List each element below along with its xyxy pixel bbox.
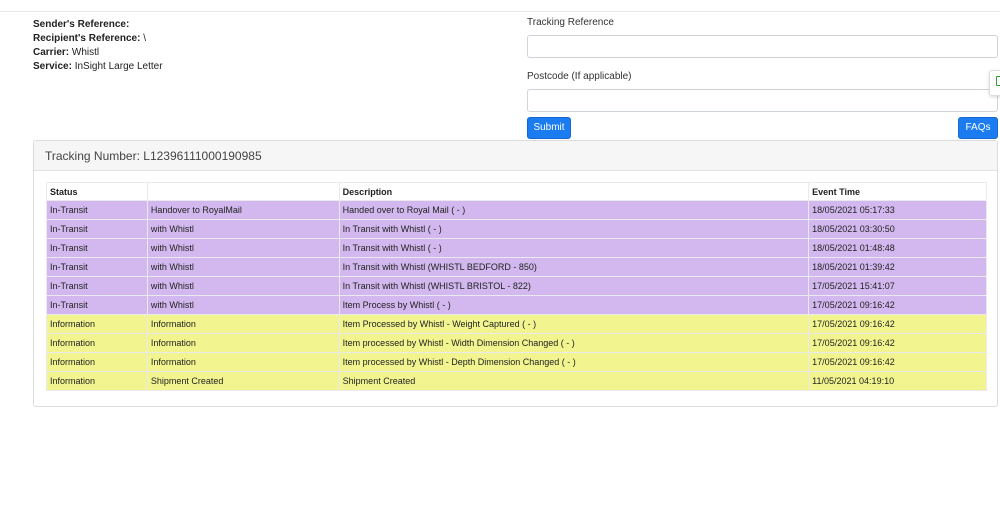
postcode-group: Postcode (If applicable)	[527, 71, 998, 112]
cell-description: In Transit with Whistl ( - )	[338, 238, 810, 258]
cell-detail: Information	[146, 352, 340, 372]
shipment-meta: Sender's Reference: Recipient's Referenc…	[33, 18, 163, 74]
cell-detail: with Whistl	[146, 238, 340, 258]
cell-description: Item Process by Whistl ( - )	[338, 295, 810, 315]
service-value: InSight Large Letter	[74, 61, 163, 72]
carrier-value: Whistl	[71, 47, 100, 58]
table-row: Information Information Item processed by …	[46, 352, 987, 372]
table-header-row: Status Description Event Time	[46, 182, 987, 201]
cell-event-time: 17/05/2021 09:16:42	[808, 295, 987, 315]
cell-detail: with Whistl	[146, 295, 340, 315]
cell-status: In-Transit	[46, 276, 148, 296]
cell-description: In Transit with Whistl (WHISTL BEDFORD -…	[338, 257, 810, 277]
cell-status: Information	[46, 333, 148, 353]
tracking-reference-input[interactable]	[527, 35, 998, 58]
feedback-widget[interactable]	[989, 70, 1000, 96]
service-label: Service:	[33, 61, 72, 72]
table-row: Information Information Item Processed by …	[46, 314, 987, 334]
recipients-reference-value: \	[143, 33, 146, 44]
cell-description: Shipment Created	[338, 371, 810, 391]
table-row: Information Shipment Created Shipment Crea…	[46, 371, 987, 391]
table-row: Information Information Item processed by …	[46, 333, 987, 353]
tracking-events-table: Status Description Event Time In-Transit…	[46, 182, 987, 391]
cell-description: In Transit with Whistl ( - )	[338, 219, 810, 239]
top-divider	[0, 11, 1000, 12]
tracking-form: Tracking Reference Postcode (If applicab…	[527, 17, 998, 112]
cell-event-time: 11/05/2021 04:19:10	[808, 371, 987, 391]
table-row: In-Transit with Whistl In Transit with Whi…	[46, 276, 987, 296]
recipients-reference-label: Recipient's Reference:	[33, 33, 141, 44]
cell-description: In Transit with Whistl (WHISTL BRISTOL -…	[338, 276, 810, 296]
table-row: In-Transit with Whistl In Transit with Whi…	[46, 238, 987, 258]
cell-event-time: 18/05/2021 03:30:50	[808, 219, 987, 239]
cell-status: Information	[46, 352, 148, 372]
cell-event-time: 17/05/2021 09:16:42	[808, 333, 987, 353]
cell-status: Information	[46, 371, 148, 391]
postcode-label: Postcode (If applicable)	[527, 71, 632, 82]
table-row: In-Transit Handover to RoyalMail Handed ov…	[46, 200, 987, 220]
senders-reference-row: Sender's Reference:	[33, 18, 163, 32]
cell-event-time: 17/05/2021 09:16:42	[808, 314, 987, 334]
header-event-time: Event Time	[808, 182, 987, 201]
feedback-icon	[996, 76, 1000, 86]
tracking-number-value: L12396111000190985	[143, 149, 262, 163]
cell-status: In-Transit	[46, 295, 148, 315]
cell-status: In-Transit	[46, 200, 148, 220]
cell-description: Item processed by Whistl - Depth Dimensi…	[338, 352, 810, 372]
table-body: In-Transit Handover to RoyalMail Handed ov…	[46, 200, 987, 391]
carrier-label: Carrier:	[33, 47, 70, 58]
cell-status: In-Transit	[46, 257, 148, 277]
header-detail	[146, 182, 340, 201]
tracking-number-header: Tracking Number: L12396111000190985	[34, 141, 997, 171]
cell-event-time: 17/05/2021 15:41:07	[808, 276, 987, 296]
postcode-input[interactable]	[527, 89, 998, 112]
cell-status: In-Transit	[46, 238, 148, 258]
cell-detail: Information	[146, 333, 340, 353]
tracking-number-label: Tracking Number:	[45, 149, 140, 163]
senders-reference-label: Sender's Reference:	[33, 19, 130, 30]
table-row: In-Transit with Whistl Item Process by Whi…	[46, 295, 987, 315]
cell-detail: Handover to RoyalMail	[146, 200, 340, 220]
header-status: Status	[46, 182, 148, 201]
cell-event-time: 18/05/2021 01:39:42	[808, 257, 987, 277]
cell-detail: Shipment Created	[146, 371, 340, 391]
cell-description: Item Processed by Whistl - Weight Captur…	[338, 314, 810, 334]
submit-button[interactable]: Submit	[527, 117, 571, 139]
cell-detail: with Whistl	[146, 276, 340, 296]
cell-event-time: 17/05/2021 09:16:42	[808, 352, 987, 372]
cell-status: Information	[46, 314, 148, 334]
cell-description: Handed over to Royal Mail ( - )	[338, 200, 810, 220]
header-description: Description	[338, 182, 810, 201]
carrier-row: Carrier: Whistl	[33, 46, 163, 60]
cell-status: In-Transit	[46, 219, 148, 239]
table-row: In-Transit with Whistl In Transit with Whi…	[46, 257, 987, 277]
cell-event-time: 18/05/2021 05:17:33	[808, 200, 987, 220]
service-row: Service: InSight Large Letter	[33, 60, 163, 74]
tracking-reference-label: Tracking Reference	[527, 17, 614, 28]
faqs-button[interactable]: FAQs	[958, 117, 998, 139]
cell-detail: with Whistl	[146, 257, 340, 277]
cell-detail: Information	[146, 314, 340, 334]
table-row: In-Transit with Whistl In Transit with Whi…	[46, 219, 987, 239]
cell-event-time: 18/05/2021 01:48:48	[808, 238, 987, 258]
cell-detail: with Whistl	[146, 219, 340, 239]
tracking-card: Tracking Number: L12396111000190985 Stat…	[33, 140, 998, 407]
cell-description: Item processed by Whistl - Width Dimensi…	[338, 333, 810, 353]
recipients-reference-row: Recipient's Reference: \	[33, 32, 163, 46]
